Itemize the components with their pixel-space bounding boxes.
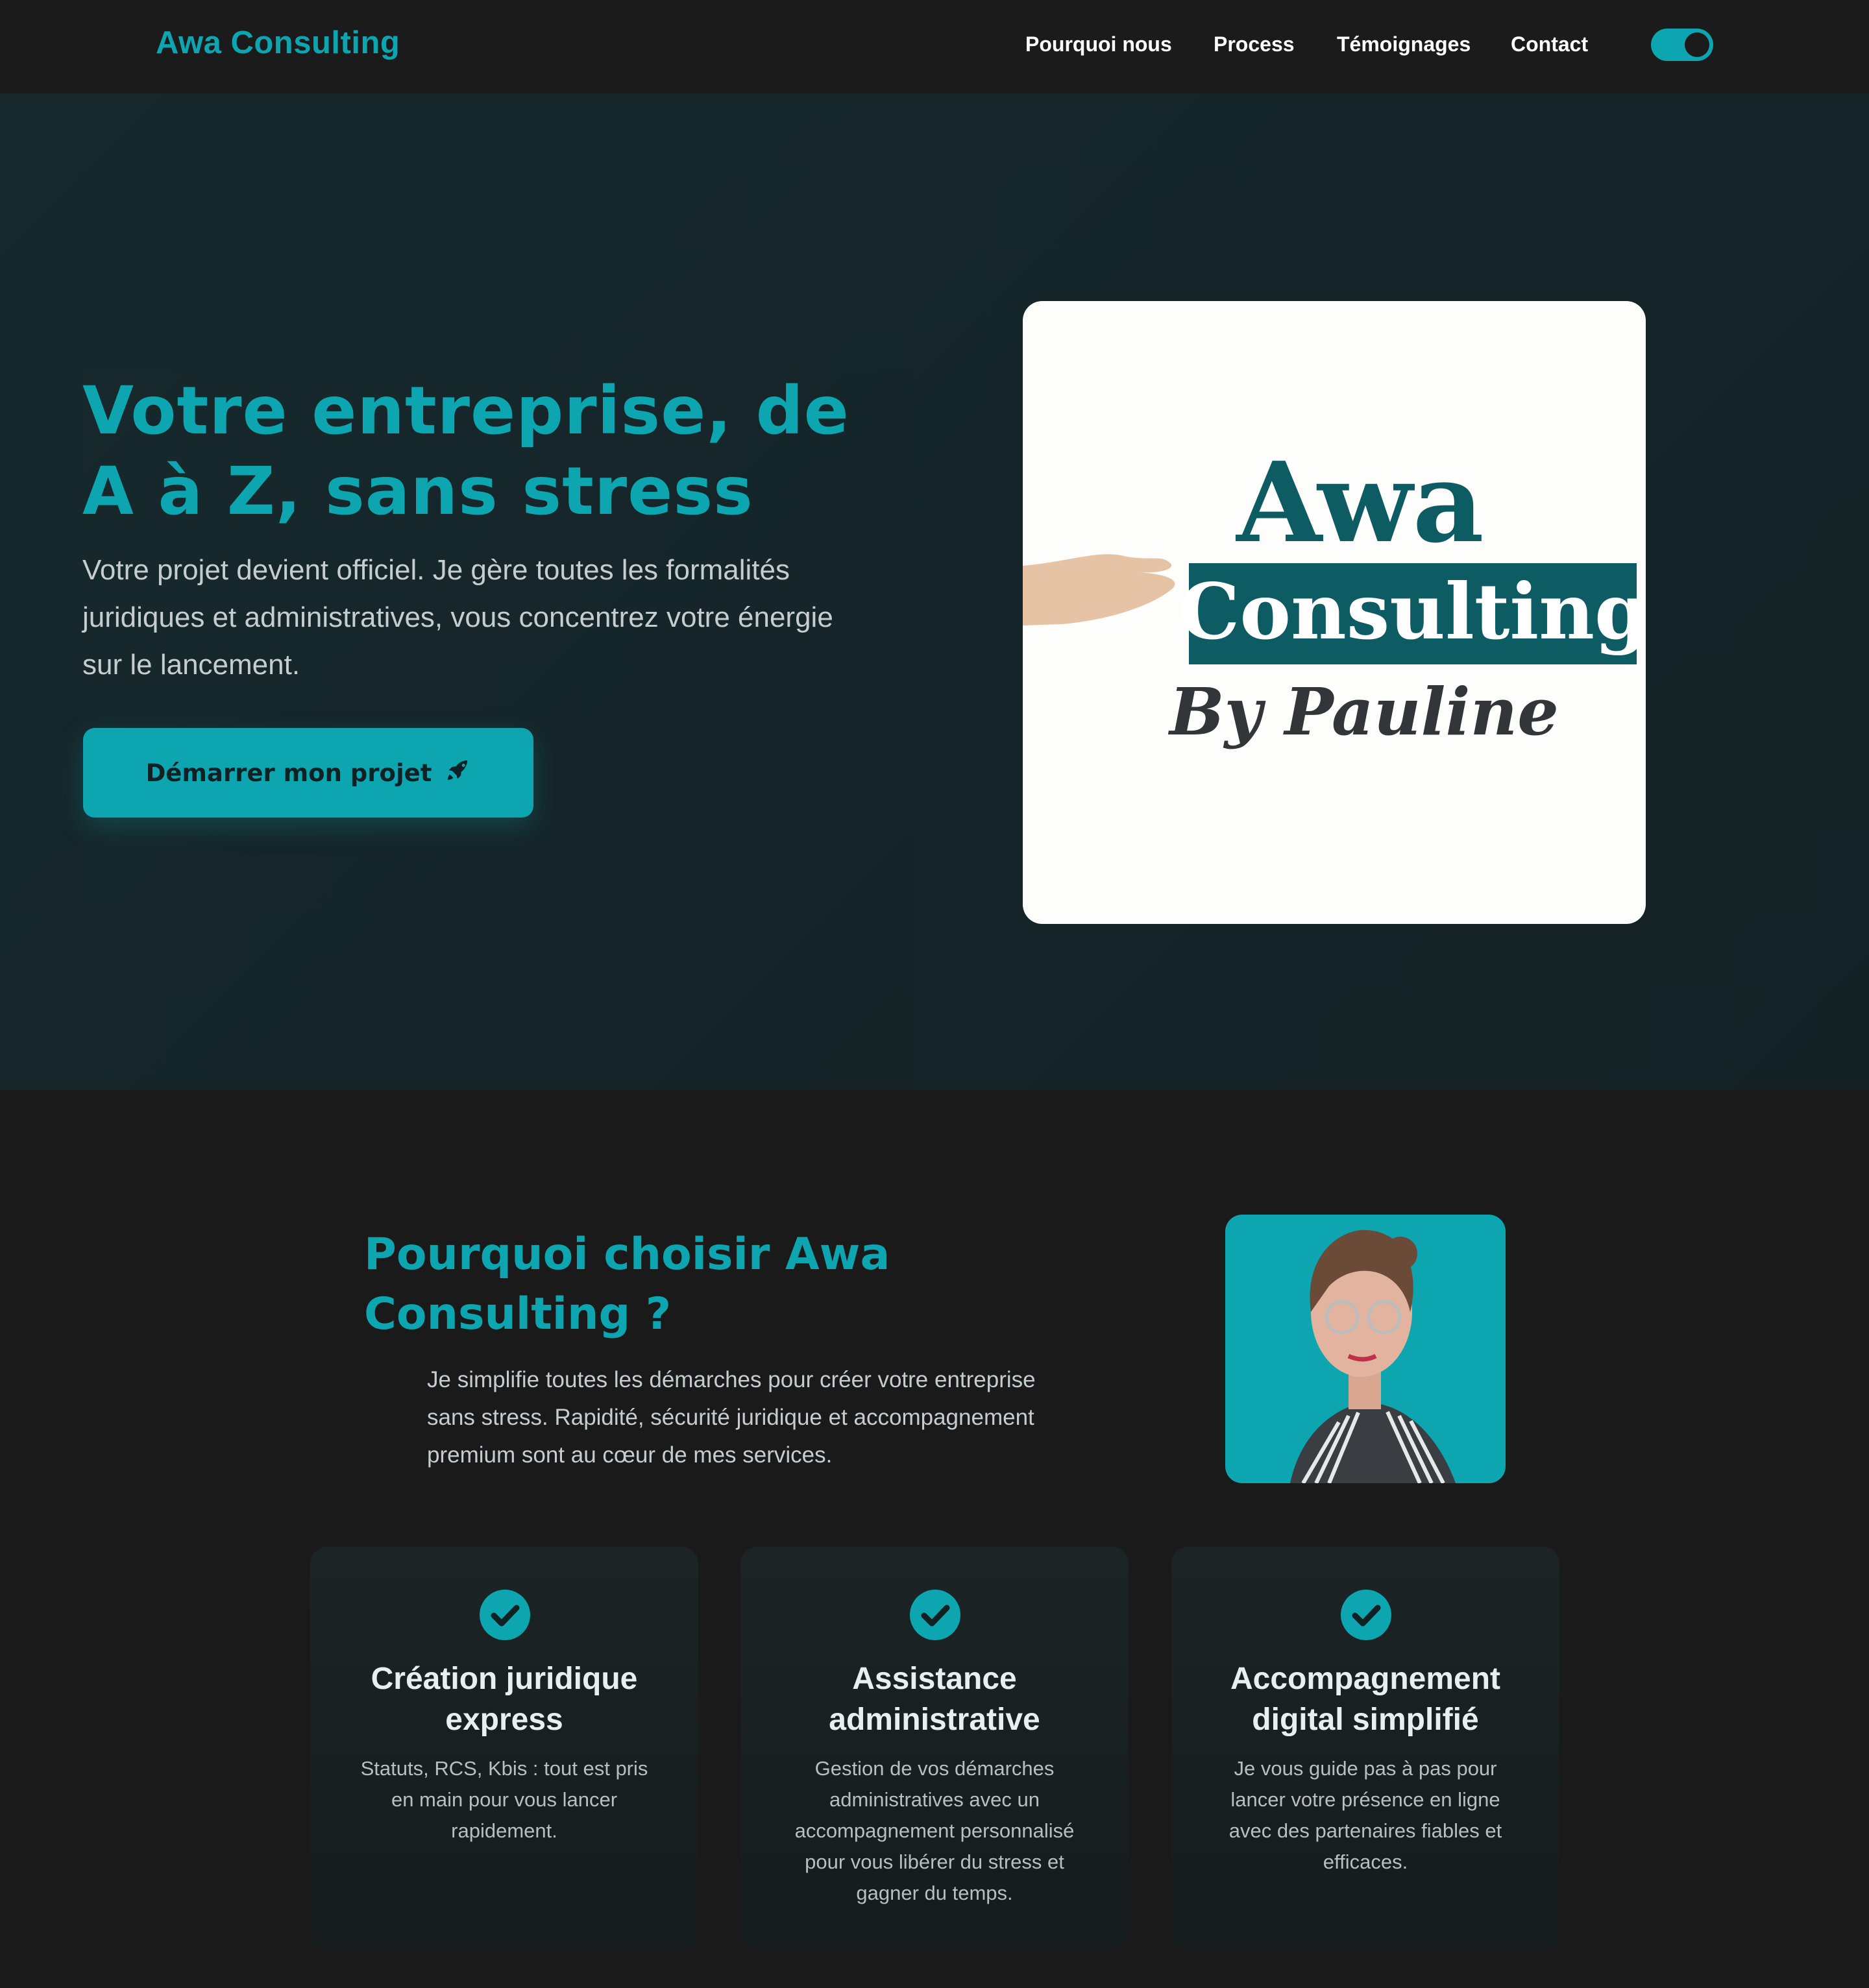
- nav-link-process[interactable]: Process: [1214, 32, 1295, 56]
- feature-card-title: Assistance administrative: [829, 1662, 1040, 1737]
- logo-text-consulting: Consulting: [1179, 566, 1646, 657]
- why-title: Pourquoi choisir Awa Consulting ?: [364, 1229, 890, 1340]
- start-project-label: Démarrer mon projet: [145, 758, 432, 787]
- toggle-knob: [1685, 32, 1709, 57]
- nav-link-pourquoi-nous[interactable]: Pourquoi nous: [1025, 32, 1172, 56]
- company-logo-card: Awa Consulting By Pauline: [1023, 301, 1646, 924]
- check-circle-icon: [910, 1590, 960, 1640]
- portrait-photo: [1225, 1215, 1506, 1483]
- check-circle-icon: [480, 1590, 530, 1640]
- feature-card-text: Statuts, RCS, Kbis : tout est pris en ma…: [360, 1757, 648, 1842]
- hero-subtitle: Votre projet devient officiel. Je gère t…: [82, 554, 833, 681]
- brand-logo-text[interactable]: Awa Consulting: [156, 25, 400, 61]
- nav-link-temoignages[interactable]: Témoignages: [1337, 32, 1471, 56]
- nav-link-contact[interactable]: Contact: [1511, 32, 1588, 56]
- feature-card-title: Création juridique express: [371, 1662, 638, 1737]
- feature-card-digital: Accompagnement digital simplifié Je vous…: [1171, 1547, 1559, 1949]
- check-circle-icon: [1341, 1590, 1391, 1640]
- why-lead: Je simplifie toutes les démarches pour c…: [427, 1367, 1036, 1468]
- feature-card-creation: Création juridique express Statuts, RCS,…: [310, 1547, 698, 1949]
- feature-card-text: Je vous guide pas à pas pour lancer votr…: [1228, 1757, 1502, 1873]
- feature-card-title: Accompagnement digital simplifié: [1230, 1662, 1501, 1737]
- start-project-button[interactable]: Démarrer mon projet: [83, 728, 533, 818]
- feature-card-text: Gestion de vos démarches administratives…: [794, 1757, 1075, 1904]
- theme-toggle[interactable]: [1651, 29, 1713, 61]
- logo-text-by-pauline: By Pauline: [1167, 673, 1559, 750]
- company-logo-image: Awa Consulting By Pauline: [1023, 438, 1646, 750]
- top-navbar: Awa Consulting Pourquoi nous Process Tém…: [0, 0, 1869, 93]
- logo-text-awa: Awa: [1235, 438, 1484, 568]
- feature-card-assistance: Assistance administrative Gestion de vos…: [740, 1547, 1129, 1949]
- rocket-icon: [445, 757, 470, 789]
